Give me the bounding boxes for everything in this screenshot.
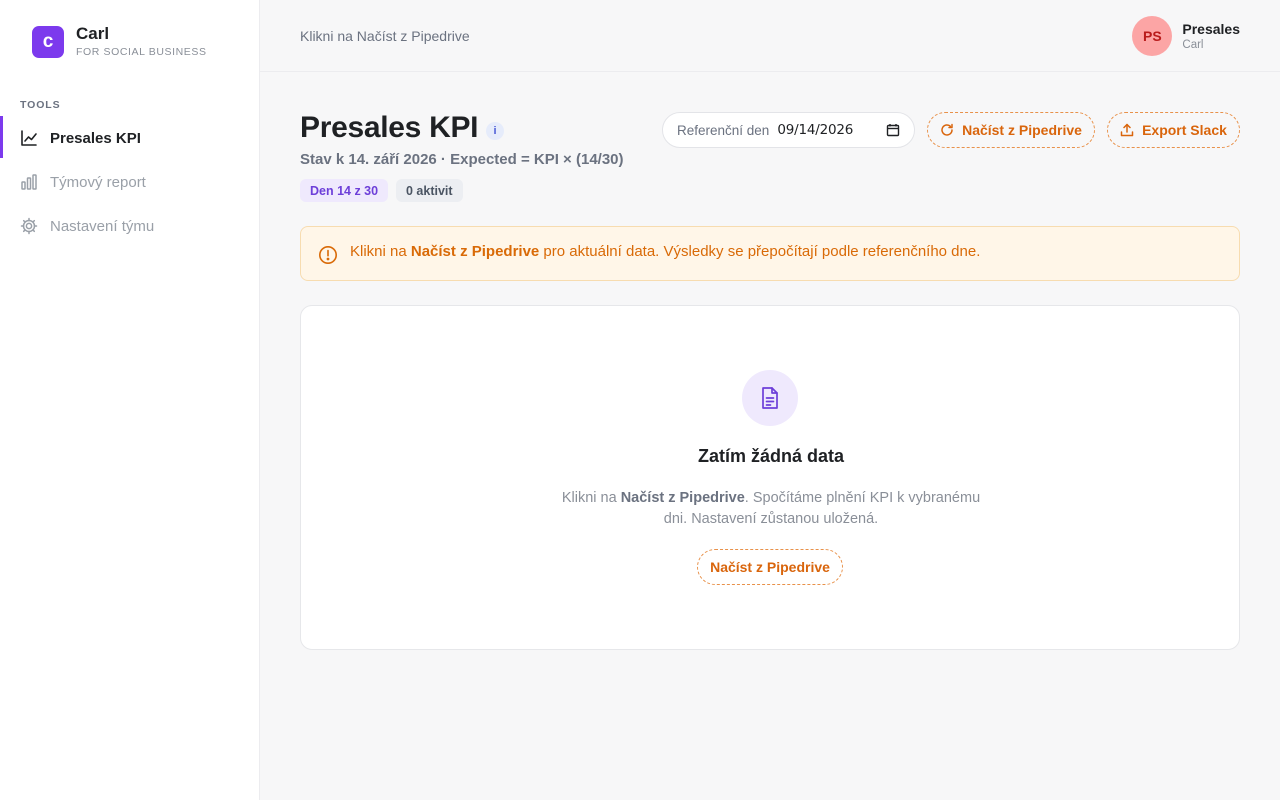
brand-logo: c [32,25,64,58]
export-slack-label: Export Slack [1142,122,1227,138]
user-menu[interactable]: PS Presales Carl [1132,16,1240,56]
upload-icon [1120,123,1134,137]
alert-prefix: Klikni na [350,243,411,260]
sidebar-nav: Presales KPI Týmový report Nastavení tým… [0,116,260,248]
empty-state-card: Zatím žádná data Klikni na Načíst z Pipe… [300,305,1240,650]
sidebar: c Carl FOR SOCIAL BUSINESS TOOLS Presale… [0,0,260,800]
refresh-icon [940,123,954,137]
reference-date-field[interactable]: Referenční den 09/14/2026 [662,112,915,148]
sidebar-item-label: Nastavení týmu [50,217,155,235]
page-title: Presales KPI [300,111,479,144]
empty-state-description: Klikni na Načíst z Pipedrive. Spočítáme … [551,488,991,530]
load-pipedrive-button[interactable]: Načíst z Pipedrive [927,112,1095,148]
reference-date-input[interactable]: 09/14/2026 [777,122,853,138]
day-badge: Den 14 z 30 [300,179,389,202]
brand[interactable]: c Carl FOR SOCIAL BUSINESS [32,25,207,58]
empty-state-load-button[interactable]: Načíst z Pipedrive [697,549,843,585]
reference-date-label: Referenční den [677,122,770,138]
alert-bold: Načíst z Pipedrive [410,243,540,260]
sidebar-item-tymovy-report[interactable]: Týmový report [0,160,260,204]
empty-desc-prefix: Klikni na [561,490,621,506]
sidebar-item-nastaveni-tymu[interactable]: Nastavení týmu [0,204,260,248]
alert-text: Klikni na Načíst z Pipedrive pro aktuáln… [350,243,980,260]
brand-tagline: FOR SOCIAL BUSINESS [76,46,207,58]
empty-state-title: Zatím žádná data [697,446,845,466]
alert-circle-icon [318,245,338,265]
sidebar-item-presales-kpi[interactable]: Presales KPI [0,116,260,160]
bar-chart-icon [20,173,38,191]
user-name: Presales [1182,21,1240,37]
document-icon [742,370,798,426]
brand-name: Carl [76,24,110,43]
load-pipedrive-label: Načíst z Pipedrive [962,122,1082,138]
user-role: Carl [1182,39,1204,51]
line-chart-icon [20,129,38,147]
calendar-icon[interactable] [886,123,900,137]
info-icon[interactable]: i [486,122,504,140]
sidebar-item-label: Týmový report [50,173,146,191]
sidebar-item-label: Presales KPI [50,129,141,147]
activities-badge: 0 aktivit [396,179,463,202]
breadcrumb: Klikni na Načíst z Pipedrive [300,28,470,44]
export-slack-button[interactable]: Export Slack [1107,112,1240,148]
info-alert: Klikni na Načíst z Pipedrive pro aktuáln… [300,226,1240,281]
empty-desc-bold: Načíst z Pipedrive [620,490,745,506]
topbar: Klikni na Načíst z Pipedrive PS Presales… [260,0,1280,72]
avatar: PS [1132,16,1173,56]
page-subtitle: Stav k 14. září 2026 · Expected = KPI × … [300,151,624,168]
gear-icon [20,217,38,235]
sidebar-section-label: TOOLS [20,99,61,111]
alert-suffix: pro aktuální data. Výsledky se přepočíta… [539,243,981,260]
